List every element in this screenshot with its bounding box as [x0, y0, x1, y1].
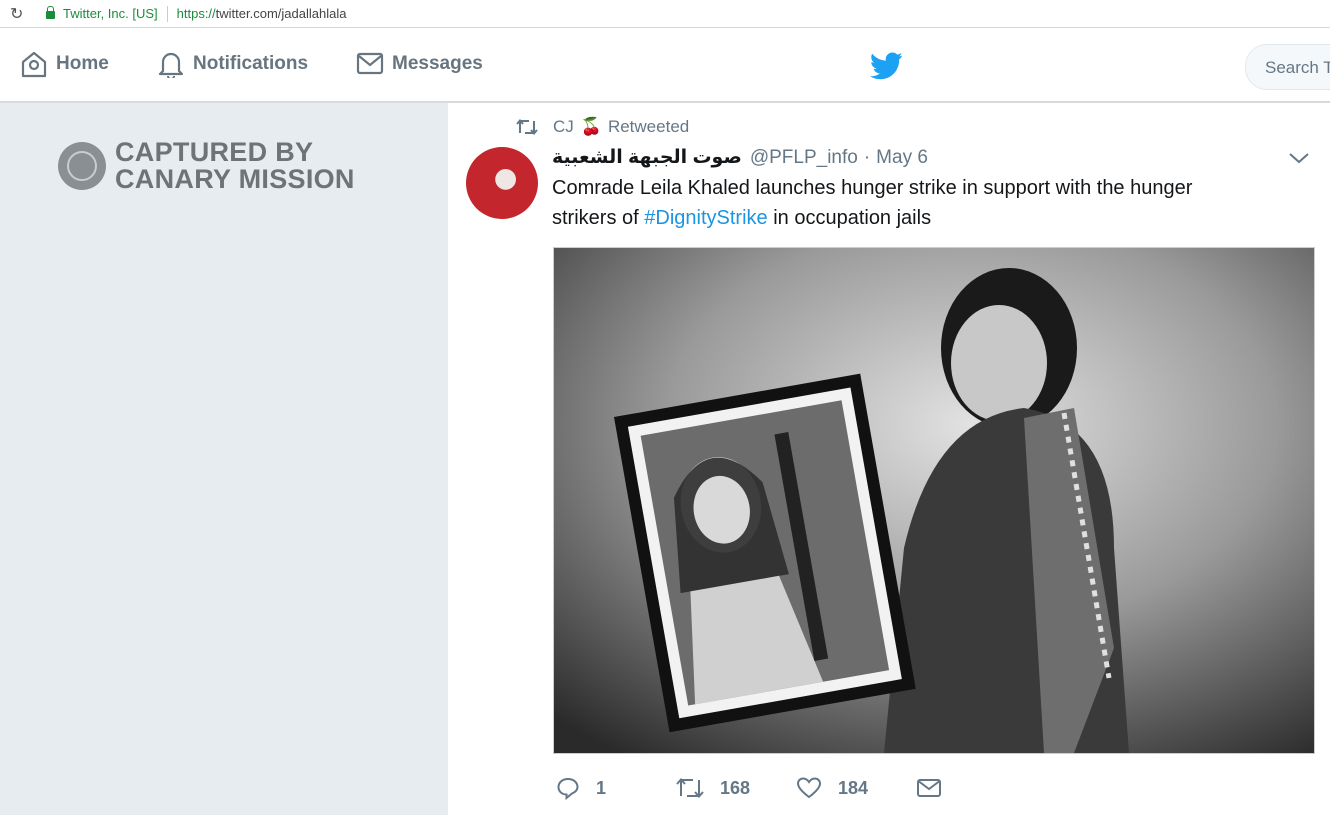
bell-icon: [158, 52, 184, 78]
tweet-actions: 1 168 184: [556, 776, 1256, 806]
retweet-context: CJ 🍒 Retweeted: [516, 117, 689, 137]
like-button[interactable]: 184: [796, 776, 868, 800]
cherry-emoji: 🍒: [580, 117, 602, 136]
canary-watermark: CAPTURED BY CANARY MISSION: [58, 139, 355, 193]
watermark-line-2: CANARY MISSION: [115, 164, 355, 194]
nav-notifications-label: Notifications: [193, 53, 309, 74]
reply-button[interactable]: 1: [556, 776, 606, 800]
reload-icon[interactable]: ↻: [10, 4, 30, 24]
tweet-column: CJ 🍒 Retweeted صوت الجبهة الشعبية @PFLP_…: [448, 103, 1330, 815]
reply-icon: [557, 777, 579, 800]
canary-logo: [58, 142, 106, 190]
search-placeholder: Search Twitter: [1265, 58, 1330, 77]
direct-message-button[interactable]: [916, 776, 958, 800]
url-protocol: https://: [176, 6, 216, 21]
tweet-header: صوت الجبهة الشعبية @PFLP_info · May 6: [552, 146, 928, 169]
nav-messages[interactable]: Messages: [356, 50, 483, 78]
retweet-button[interactable]: 168: [676, 776, 750, 800]
lock-icon: [46, 5, 55, 19]
author-handle[interactable]: @PFLP_info: [750, 147, 858, 169]
retweeted-label: Retweeted: [607, 117, 690, 136]
envelope-icon: [917, 779, 941, 797]
tweet-text-end: in occupation jails: [767, 207, 932, 229]
retweet-small-icon: [516, 118, 538, 136]
hashtag-link[interactable]: #DignityStrike: [644, 207, 767, 229]
author-name[interactable]: صوت الجبهة الشعبية: [552, 146, 742, 169]
retweet-icon: [676, 777, 704, 799]
left-panel: CAPTURED BY CANARY MISSION: [0, 103, 448, 815]
avatar[interactable]: [466, 147, 538, 219]
nav-notifications[interactable]: Notifications: [157, 50, 308, 78]
twitter-bird-icon[interactable]: [870, 52, 902, 80]
header-dot: ·: [863, 146, 871, 168]
tweet-photo[interactable]: [553, 247, 1315, 754]
nav-messages-label: Messages: [392, 53, 483, 74]
tweet-date[interactable]: May 6: [876, 147, 928, 169]
tweet-text: Comrade Leila Khaled launches hunger str…: [552, 173, 1242, 233]
address-separator: [166, 5, 168, 22]
browser-address-bar: ↻ Twitter, Inc. [US] https://twitter.com…: [0, 0, 1330, 28]
like-count: 184: [838, 777, 869, 798]
watermark-line-1: CAPTURED BY: [115, 137, 314, 167]
url-field[interactable]: https://twitter.com/jadallahlala: [177, 6, 347, 21]
photo-content: [554, 248, 1314, 753]
certificate-label[interactable]: Twitter, Inc. [US]: [63, 6, 158, 21]
chevron-down-icon[interactable]: [1288, 151, 1310, 165]
reply-count: 1: [596, 777, 607, 798]
envelope-icon: [356, 52, 384, 75]
retweeter-name[interactable]: CJ: [553, 117, 574, 137]
watermark-text: CAPTURED BY CANARY MISSION: [115, 139, 355, 193]
heart-icon: [796, 777, 822, 799]
nav-home-label: Home: [56, 53, 109, 74]
nav-home[interactable]: Home: [20, 50, 109, 78]
top-nav: Home Notifications Messages Search Twitt…: [0, 28, 1330, 103]
retweet-count: 168: [720, 777, 751, 798]
home-icon: [21, 51, 47, 78]
search-input[interactable]: Search Twitter: [1245, 44, 1330, 90]
url-path: twitter.com/jadallahlala: [215, 6, 347, 21]
